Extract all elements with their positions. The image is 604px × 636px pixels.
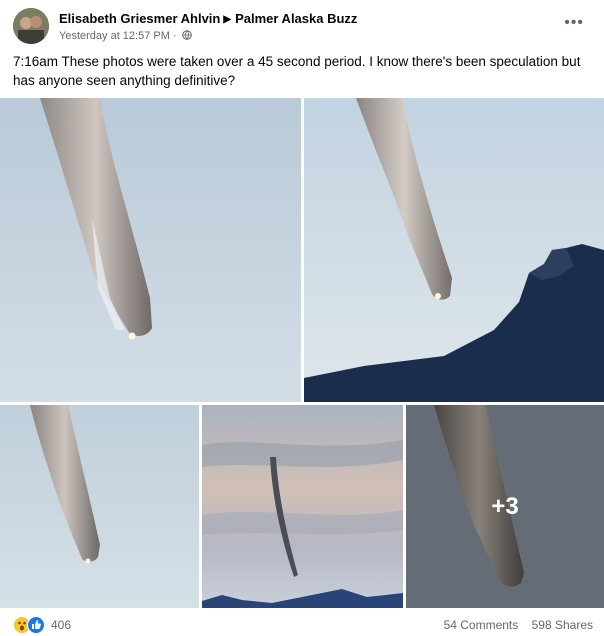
avatar[interactable] — [13, 8, 49, 44]
group-name[interactable]: Palmer Alaska Buzz — [235, 11, 357, 26]
engagement-counts: 54 Comments 598 Shares — [444, 618, 593, 632]
reaction-count: 406 — [51, 618, 72, 632]
globe-icon — [181, 30, 192, 40]
photo-4[interactable] — [202, 405, 403, 608]
caret-right-icon: ▶ — [223, 14, 232, 25]
comments-count[interactable]: 54 Comments — [444, 618, 519, 632]
photo-3[interactable] — [0, 405, 199, 608]
more-options-icon[interactable]: ••• — [564, 14, 584, 32]
more-photos-overlay[interactable]: +3 — [406, 405, 604, 608]
like-icon — [27, 616, 45, 634]
post-header: Elisabeth Griesmer Ahlvin ▶ Palmer Alaska … — [0, 0, 604, 48]
photo-grid: +3 — [0, 98, 604, 608]
photo-2[interactable] — [304, 98, 604, 402]
author-name[interactable]: Elisabeth Griesmer Ahlvin — [59, 11, 220, 26]
photo-1[interactable] — [0, 98, 301, 402]
author-line: Elisabeth Griesmer Ahlvin ▶ Palmer Alaska … — [59, 11, 357, 26]
photo-5[interactable]: +3 — [406, 405, 604, 608]
timestamp[interactable]: Yesterday at 12:57 PM — [59, 30, 170, 42]
post-footer: 406 54 Comments 598 Shares — [0, 612, 604, 634]
post-text: 7:16am These photos were taken over a 45… — [13, 54, 581, 88]
reactions-summary[interactable]: 406 — [14, 616, 71, 634]
post-meta: Yesterday at 12:57 PM · — [59, 30, 192, 42]
shares-count[interactable]: 598 Shares — [532, 618, 593, 632]
